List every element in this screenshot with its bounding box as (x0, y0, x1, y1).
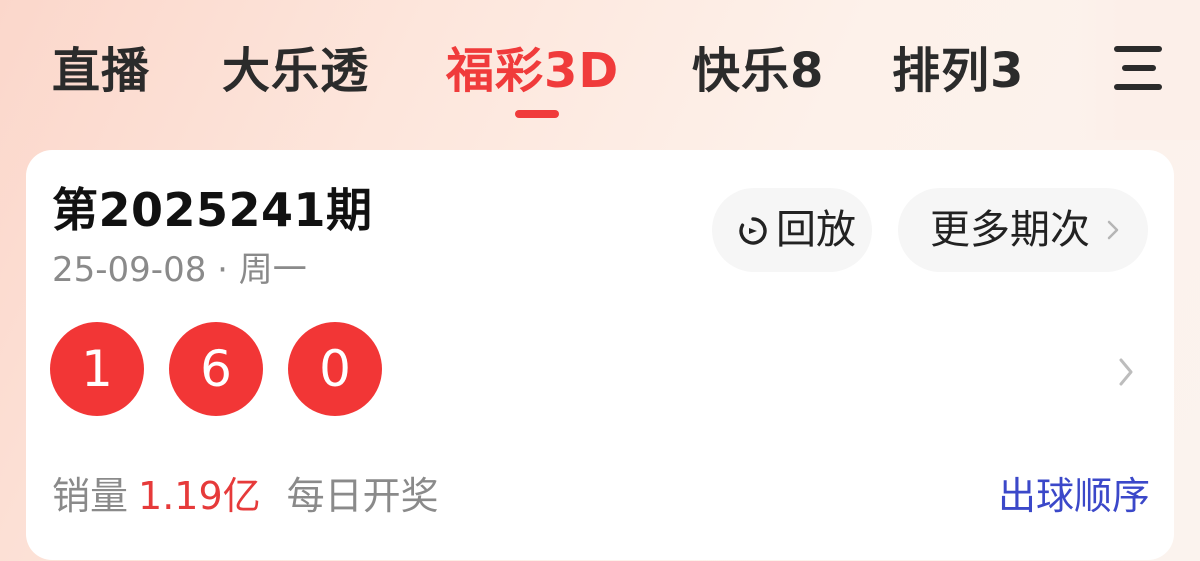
lottery-tab-bar: 直播 大乐透 福彩3D 快乐8 排列3 (0, 0, 1200, 140)
tab-pailie-3[interactable]: 排列3 (892, 36, 1024, 106)
tab-live[interactable]: 直播 (52, 36, 150, 106)
more-issues-label: 更多期次 (930, 207, 1090, 253)
result-ball: 6 (169, 322, 263, 416)
draw-order-link[interactable]: 出球顺序 (998, 470, 1150, 522)
chevron-right-icon (1107, 220, 1119, 240)
hamburger-menu-icon (1114, 46, 1162, 52)
replay-label: 回放 (776, 207, 856, 253)
tab-kuaile-8[interactable]: 快乐8 (692, 36, 824, 106)
replay-button[interactable]: 回放 (712, 188, 872, 272)
tab-daletou[interactable]: 大乐透 (222, 36, 369, 106)
draw-schedule: 每日开奖 (286, 474, 439, 518)
sales-value: 1.19亿 (138, 474, 261, 518)
result-ball: 0 (288, 322, 382, 416)
draw-info-footer: 销量 1.19亿 每日开奖 (52, 470, 439, 522)
active-tab-indicator (515, 110, 559, 118)
more-issues-button[interactable]: 更多期次 (898, 188, 1148, 272)
sales-label: 销量 (52, 474, 129, 518)
draw-date: 25-09-08 · 周一 (52, 250, 307, 290)
hamburger-menu-icon-line (1114, 84, 1162, 90)
tab-fucai-3d[interactable]: 福彩3D (446, 36, 619, 106)
draw-result-card: 第2025241期 25-09-08 · 周一 回放 更多期次 1 6 0 销量… (26, 150, 1174, 560)
hamburger-menu-icon-line (1122, 65, 1156, 71)
chevron-right-icon[interactable] (1114, 355, 1138, 389)
issue-title: 第2025241期 (52, 183, 373, 237)
menu-button[interactable] (1076, 0, 1200, 140)
replay-timer-icon (739, 217, 767, 245)
result-ball: 1 (50, 322, 144, 416)
